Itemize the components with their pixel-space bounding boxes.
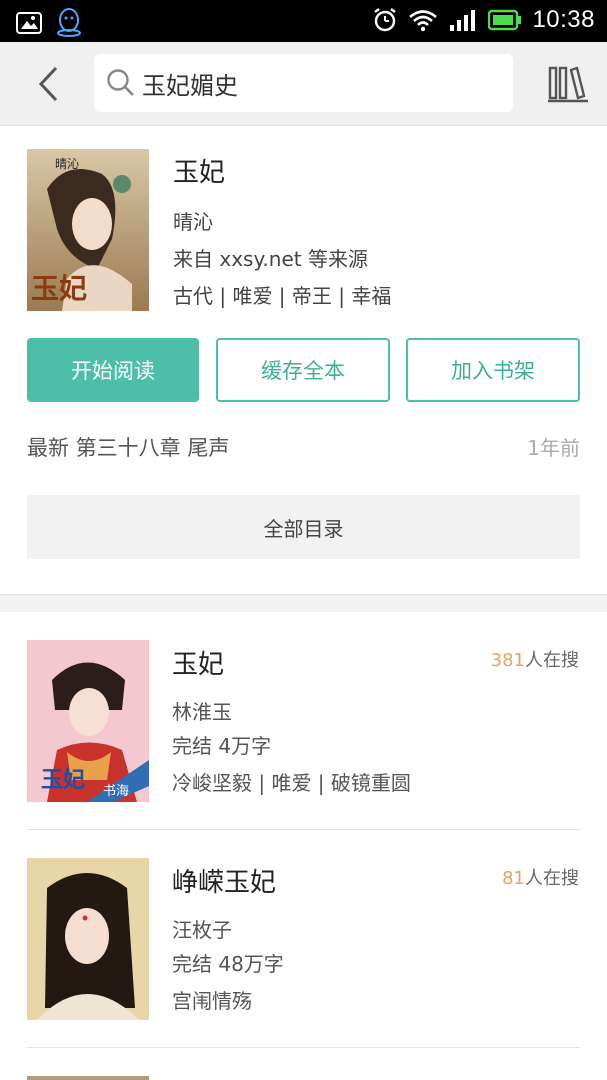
book-title: 玉妃 bbox=[173, 158, 226, 188]
clock: 10:38 bbox=[532, 6, 595, 33]
latest-chapter: 最新 第三十八章 尾声 bbox=[27, 436, 230, 460]
bookshelf-icon bbox=[548, 66, 588, 103]
back-button[interactable] bbox=[26, 60, 70, 108]
search-count: 81人在搜 bbox=[502, 864, 579, 890]
list-separator bbox=[27, 1047, 580, 1048]
book-cover: 玉妃 书海 bbox=[27, 640, 149, 802]
qq-icon bbox=[57, 8, 81, 37]
result-status: 完结 48万字 bbox=[172, 952, 284, 976]
search-box[interactable] bbox=[94, 54, 513, 112]
start-reading-button[interactable]: 开始阅读 bbox=[27, 338, 199, 402]
result-tags: 冷峻坚毅 | 唯爱 | 破镜重圆 bbox=[172, 771, 411, 795]
status-bar: 10:38 bbox=[0, 0, 607, 42]
book-tags: 古代 | 唯爱 | 帝王 | 幸福 bbox=[173, 284, 392, 308]
wifi-icon bbox=[409, 10, 438, 32]
bookshelf-button[interactable] bbox=[543, 60, 593, 108]
book-source[interactable]: 来自 xxsy.net 等来源 bbox=[173, 243, 368, 272]
latest-chapter-time: 1年前 bbox=[527, 436, 580, 460]
add-to-shelf-button[interactable]: 加入书架 bbox=[406, 338, 580, 402]
list-item[interactable]: 玉妃 书海 玉妃 381人在搜 林淮玉 完结 4万字 冷峻坚毅 | 唯爱 | 破… bbox=[0, 612, 607, 830]
next-item-cover-peek bbox=[27, 1076, 149, 1080]
list-item[interactable]: 峥嵘玉妃 81人在搜 汪枚子 完结 48万字 宫闱情殇 bbox=[0, 830, 607, 1048]
search-count-suffix: 人在搜 bbox=[525, 650, 579, 671]
back-arrow-icon bbox=[38, 66, 58, 102]
result-author: 林淮玉 bbox=[172, 700, 232, 724]
book-cover bbox=[27, 858, 149, 1020]
result-title: 峥嵘玉妃 bbox=[172, 868, 277, 898]
cover-title-text: 玉妃 bbox=[31, 272, 88, 305]
table-of-contents-button[interactable]: 全部目录 bbox=[27, 495, 580, 559]
search-input[interactable] bbox=[142, 69, 482, 97]
search-icon bbox=[107, 69, 134, 96]
latest-chapter-row[interactable]: 最新 第三十八章 尾声 1年前 bbox=[27, 432, 580, 464]
cover-title-text: 玉妃 bbox=[41, 767, 86, 793]
search-count-suffix: 人在搜 bbox=[525, 868, 579, 889]
result-title: 玉妃 bbox=[172, 650, 225, 680]
top-bar bbox=[0, 42, 607, 126]
book-detail-card: 晴沁 玉妃 玉妃 晴沁 来自 xxsy.net 等来源 古代 | 唯爱 | 帝王… bbox=[0, 126, 607, 594]
search-count-number: 81 bbox=[502, 868, 525, 889]
cover-band-text: 书海 bbox=[103, 784, 130, 799]
cover-small-text: 晴沁 bbox=[55, 157, 80, 171]
signal-icon bbox=[450, 10, 476, 31]
cache-all-button[interactable]: 缓存全本 bbox=[216, 338, 390, 402]
section-divider bbox=[0, 594, 607, 612]
alarm-icon bbox=[374, 8, 397, 32]
gallery-icon bbox=[16, 12, 42, 34]
book-cover[interactable]: 晴沁 玉妃 bbox=[27, 149, 149, 311]
battery-icon bbox=[488, 9, 522, 31]
cover-illustration bbox=[27, 858, 149, 1020]
result-status: 完结 4万字 bbox=[172, 734, 272, 758]
book-author[interactable]: 晴沁 bbox=[173, 206, 213, 235]
search-count-number: 381 bbox=[490, 650, 525, 671]
search-count: 381人在搜 bbox=[491, 646, 579, 672]
result-tags: 宫闱情殇 bbox=[172, 989, 252, 1013]
result-author: 汪枚子 bbox=[172, 918, 232, 942]
